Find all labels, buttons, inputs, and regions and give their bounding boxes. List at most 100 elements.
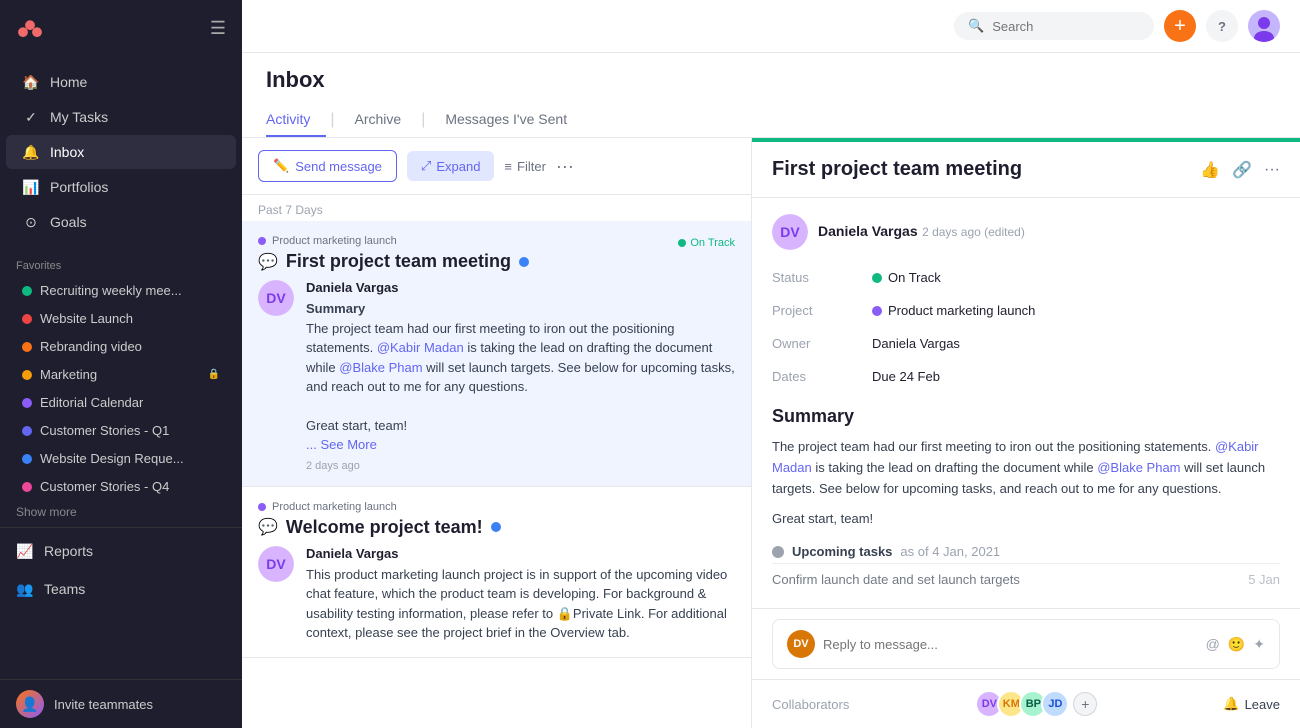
period-label: Past 7 Days bbox=[242, 195, 751, 221]
msg-body: DV Daniela Vargas Summary The project te… bbox=[258, 280, 735, 472]
msg-text-2: This product marketing launch project is… bbox=[306, 565, 735, 643]
check-icon: ✓ bbox=[22, 108, 40, 126]
fav-item-customer-stories-q1[interactable]: Customer Stories - Q1 bbox=[6, 417, 236, 444]
msg-project-tag-2: Product marketing launch bbox=[258, 501, 397, 513]
see-more[interactable]: ... See More bbox=[306, 436, 735, 454]
msg-header-row: Product marketing launch On Track bbox=[258, 235, 735, 251]
sidebar-item-home[interactable]: 🏠 Home bbox=[6, 65, 236, 99]
tab-activity[interactable]: Activity bbox=[266, 103, 326, 137]
upcoming-date: as of 4 Jan, 2021 bbox=[900, 544, 1000, 559]
fav-item-recruiting[interactable]: Recruiting weekly mee... bbox=[6, 277, 236, 304]
fav-item-rebranding[interactable]: Rebranding video bbox=[6, 333, 236, 360]
teams-label: Teams bbox=[44, 581, 85, 597]
help-button[interactable]: ? bbox=[1206, 10, 1238, 42]
sidebar-header: ☰ bbox=[0, 0, 242, 56]
leave-button[interactable]: 🔔 Leave bbox=[1223, 696, 1280, 712]
sender-avatar-2: DV bbox=[258, 546, 294, 582]
project-dot-2 bbox=[258, 503, 266, 511]
fav-item-customer-stories-q4[interactable]: Customer Stories - Q4 bbox=[6, 473, 236, 500]
msg-project-tag: Product marketing launch bbox=[258, 235, 397, 247]
send-message-button[interactable]: ✏️ Send message bbox=[258, 150, 397, 182]
mention-blake-detail: @Blake Pham bbox=[1097, 460, 1180, 475]
like-button[interactable]: 👍 bbox=[1200, 160, 1220, 180]
unread-dot bbox=[519, 257, 529, 267]
filter-button[interactable]: ≡ Filter bbox=[504, 159, 545, 174]
inbox-tabs: Activity | Archive | Messages I've Sent bbox=[266, 103, 1276, 137]
reply-box[interactable]: DV @ 🙂 ✦ bbox=[772, 619, 1280, 669]
sidebar-item-reports[interactable]: 📈 Reports bbox=[0, 532, 242, 570]
detail-footer: DV @ 🙂 ✦ bbox=[752, 608, 1300, 679]
fav-item-website-launch[interactable]: Website Launch bbox=[6, 305, 236, 332]
fav-label: Website Launch bbox=[40, 311, 133, 326]
search-input[interactable] bbox=[992, 19, 1140, 34]
project-value: Product marketing launch bbox=[872, 299, 1280, 322]
tab-messages-sent[interactable]: Messages I've Sent bbox=[429, 103, 583, 137]
message-card-1[interactable]: Product marketing launch On Track 💬 Firs… bbox=[242, 221, 751, 487]
summary-label: Summary bbox=[306, 301, 365, 316]
poster-name: Daniela Vargas bbox=[818, 223, 918, 239]
msg-time: 2 days ago bbox=[306, 460, 735, 472]
upcoming-tasks: Upcoming tasks as of 4 Jan, 2021 bbox=[772, 544, 1280, 559]
sidebar-item-label: My Tasks bbox=[50, 109, 108, 125]
message-card-2[interactable]: Product marketing launch 💬 Welcome proje… bbox=[242, 487, 751, 658]
msg-content: Daniela Vargas Summary The project team … bbox=[306, 280, 735, 472]
expand-button[interactable]: ⤢ Expand bbox=[407, 151, 495, 181]
owner-value: Daniela Vargas bbox=[872, 332, 1280, 355]
summary-title: Summary bbox=[772, 406, 1280, 427]
sender-avatar: DV bbox=[258, 280, 294, 316]
hamburger-icon[interactable]: ☰ bbox=[210, 18, 226, 39]
fav-label: Rebranding video bbox=[40, 339, 142, 354]
sidebar-bottom-section: 📈 Reports 👥 Teams bbox=[0, 527, 242, 608]
mention-kabir-detail: @Kabir Madan bbox=[772, 439, 1259, 475]
sidebar-item-portfolios[interactable]: 📊 Portfolios bbox=[6, 170, 236, 204]
show-more[interactable]: Show more bbox=[0, 501, 242, 523]
fav-label: Customer Stories - Q1 bbox=[40, 423, 169, 438]
more-options-button[interactable]: ··· bbox=[556, 156, 574, 177]
msg-header-row-2: Product marketing launch bbox=[258, 501, 735, 517]
search-bar[interactable]: 🔍 bbox=[954, 12, 1154, 40]
invite-teammates[interactable]: 👤 Invite teammates bbox=[0, 679, 242, 728]
fav-item-website-design[interactable]: Website Design Reque... bbox=[6, 445, 236, 472]
add-collaborator-button[interactable]: + bbox=[1073, 692, 1097, 716]
task-preview: Confirm launch date and set launch targe… bbox=[772, 563, 1280, 595]
fav-dot bbox=[22, 342, 32, 352]
favorites-list: Recruiting weekly mee... Website Launch … bbox=[0, 276, 242, 501]
at-icon[interactable]: @ bbox=[1206, 636, 1220, 653]
project-label: Project bbox=[772, 299, 872, 322]
owner-label: Owner bbox=[772, 332, 872, 355]
star-icon[interactable]: ✦ bbox=[1253, 636, 1265, 653]
bell-leave-icon: 🔔 bbox=[1223, 696, 1239, 712]
project-dot bbox=[258, 237, 266, 245]
sidebar-item-teams[interactable]: 👥 Teams bbox=[0, 570, 242, 608]
poster-time: 2 days ago (edited) bbox=[922, 225, 1025, 239]
detail-title: First project team meeting bbox=[772, 158, 1022, 181]
reply-avatar: DV bbox=[787, 630, 815, 658]
add-button[interactable]: + bbox=[1164, 10, 1196, 42]
fav-dot bbox=[22, 398, 32, 408]
fav-label: Marketing bbox=[40, 367, 97, 382]
fav-item-editorial[interactable]: Editorial Calendar bbox=[6, 389, 236, 416]
home-icon: 🏠 bbox=[22, 73, 40, 91]
more-button[interactable]: ··· bbox=[1264, 161, 1280, 179]
emoji-icon[interactable]: 🙂 bbox=[1228, 636, 1245, 653]
sidebar-item-inbox[interactable]: 🔔 Inbox bbox=[6, 135, 236, 169]
msg-text: Summary The project team had our first m… bbox=[306, 299, 735, 436]
sidebar-item-my-tasks[interactable]: ✓ My Tasks bbox=[6, 100, 236, 134]
reply-input[interactable] bbox=[823, 637, 1198, 652]
fav-label: Website Design Reque... bbox=[40, 451, 184, 466]
mention-blake: @Blake Pham bbox=[339, 360, 422, 375]
sidebar-item-goals[interactable]: ⊙ Goals bbox=[6, 205, 236, 239]
fav-dot bbox=[22, 286, 32, 296]
sidebar-item-label: Goals bbox=[50, 214, 87, 230]
fav-item-marketing[interactable]: Marketing 🔒 bbox=[6, 361, 236, 388]
link-button[interactable]: 🔗 bbox=[1232, 160, 1252, 180]
tab-archive[interactable]: Archive bbox=[339, 103, 418, 137]
collab-avatars: DV KM BP JD + bbox=[975, 690, 1097, 718]
user-avatar[interactable] bbox=[1248, 10, 1280, 42]
fav-dot bbox=[22, 370, 32, 380]
msg-body-2: DV Daniela Vargas This product marketing… bbox=[258, 546, 735, 643]
msg-sender: Daniela Vargas bbox=[306, 280, 735, 295]
msg-title: First project team meeting bbox=[286, 251, 511, 272]
topbar: 🔍 + ? bbox=[242, 0, 1300, 53]
search-icon: 🔍 bbox=[968, 18, 984, 34]
